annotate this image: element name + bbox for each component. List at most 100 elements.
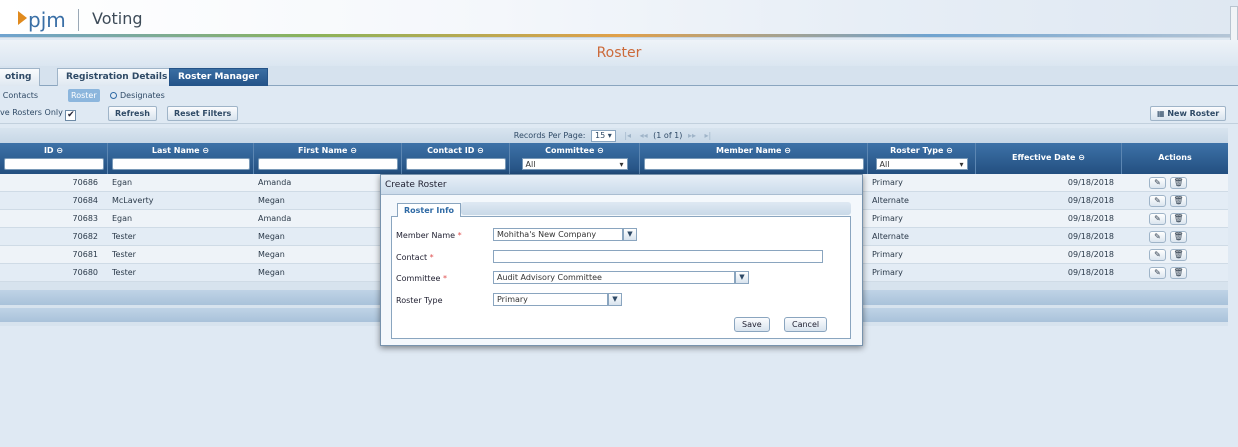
cell-last-name: Egan — [112, 178, 133, 187]
last-name-filter-input[interactable] — [111, 158, 250, 170]
main-tabs: oting Registration Details Roster Manage… — [0, 66, 1238, 86]
cell-id: 70683 — [72, 214, 98, 223]
delete-icon[interactable]: 🗑 — [1170, 177, 1187, 189]
delete-icon[interactable]: 🗑 — [1170, 249, 1187, 261]
col-contact-id-label: Contact ID — [427, 146, 475, 155]
col-actions: Actions — [1158, 153, 1192, 162]
subtab-designates[interactable]: Designates — [110, 89, 165, 102]
chevron-down-icon[interactable]: ▼ — [608, 293, 622, 306]
active-rosters-label: ve Rosters Only — [0, 108, 63, 117]
member-name-select[interactable]: Mohitha's New Company ▼ — [493, 228, 637, 241]
cell-effective-date: 09/18/2018 — [1067, 232, 1114, 241]
col-member-name[interactable]: Member Name ⊖ — [640, 143, 868, 174]
col-committee-label: Committee — [545, 146, 595, 155]
cell-first-name: Megan — [258, 196, 285, 205]
col-member-name-label: Member Name — [716, 146, 782, 155]
roster-type-filter-select[interactable]: All — [875, 158, 968, 170]
roster-type-select[interactable]: Primary ▼ — [493, 293, 622, 306]
committee-label-text: Committee — [396, 274, 441, 283]
tab-registration-details[interactable]: Registration Details — [57, 68, 177, 86]
cell-first-name: Megan — [258, 250, 285, 259]
active-rosters-filter[interactable]: ve Rosters Only ✔ — [0, 108, 77, 121]
committee-filter-select[interactable]: All — [521, 158, 628, 170]
logo-arrow-icon — [18, 11, 27, 25]
prev-page-icon[interactable]: ◂◂ — [640, 131, 648, 140]
create-roster-dialog: Create Roster Roster Info Member Name * … — [380, 174, 863, 346]
col-contact-id[interactable]: Contact ID ⊖ — [402, 143, 510, 174]
subtab-roster[interactable]: Roster — [68, 89, 100, 102]
cell-id: 70682 — [72, 232, 98, 241]
subtab-contacts[interactable]: l Contacts — [0, 89, 38, 102]
logo-text: pjm — [28, 8, 66, 32]
col-last-name[interactable]: Last Name ⊖ — [108, 143, 254, 174]
pjm-logo: pjm — [18, 8, 66, 32]
first-page-icon[interactable]: |◂ — [624, 131, 631, 140]
edit-icon[interactable]: ✎ — [1149, 249, 1166, 261]
col-effective-date[interactable]: Effective Date ⊖ — [976, 143, 1122, 174]
edit-icon[interactable]: ✎ — [1149, 195, 1166, 207]
committee-value: Audit Advisory Committee — [497, 273, 602, 282]
contact-input[interactable] — [493, 250, 823, 263]
cell-last-name: Tester — [112, 232, 136, 241]
cell-roster-type: Primary — [872, 178, 903, 187]
edit-icon[interactable]: ✎ — [1149, 213, 1166, 225]
last-page-icon[interactable]: ▸| — [705, 131, 712, 140]
contact-label-text: Contact — [396, 253, 428, 262]
chevron-down-icon[interactable]: ▼ — [623, 228, 637, 241]
col-first-name-label: First Name — [298, 146, 348, 155]
edit-icon[interactable]: ✎ — [1149, 231, 1166, 243]
save-button[interactable]: Save — [734, 317, 770, 332]
col-roster-type-label: Roster Type — [890, 146, 944, 155]
tab-roster-manager[interactable]: Roster Manager — [169, 68, 268, 86]
tab-roster-info[interactable]: Roster Info — [397, 203, 462, 218]
col-first-name[interactable]: First Name ⊖ — [254, 143, 402, 174]
new-roster-button[interactable]: ▦ New Roster — [1150, 106, 1227, 121]
pager-label: Records Per Page: — [513, 131, 586, 140]
cell-last-name: McLaverty — [112, 196, 154, 205]
required-marker: * — [442, 274, 447, 283]
dialog-title: Create Roster — [381, 175, 862, 195]
new-roster-icon: ▦ — [1157, 109, 1168, 118]
roster-info-form: Member Name * Mohitha's New Company ▼ Con… — [391, 217, 851, 339]
contact-id-filter-input[interactable] — [405, 158, 506, 170]
refresh-button[interactable]: Refresh — [108, 106, 157, 121]
cell-roster-type: Alternate — [872, 196, 909, 205]
col-committee[interactable]: Committee ⊖ All — [510, 143, 640, 174]
header-divider — [78, 9, 79, 31]
contact-label: Contact * — [396, 253, 434, 262]
cell-effective-date: 09/18/2018 — [1067, 214, 1114, 223]
app-name: Voting — [92, 9, 143, 28]
chevron-down-icon[interactable]: ▼ — [735, 271, 749, 284]
active-rosters-checkbox[interactable]: ✔ — [65, 110, 77, 121]
page-info: (1 of 1) — [653, 131, 683, 140]
next-page-icon[interactable]: ▸▸ — [688, 131, 696, 140]
committee-select[interactable]: Audit Advisory Committee ▼ — [493, 271, 749, 284]
cell-first-name: Amanda — [258, 214, 292, 223]
cell-id: 70684 — [72, 196, 98, 205]
member-name-filter-input[interactable] — [643, 158, 864, 170]
id-filter-input[interactable] — [3, 158, 104, 170]
tab-voting[interactable]: oting — [0, 68, 41, 86]
records-per-page-select[interactable]: 15 ▾ — [591, 130, 616, 142]
member-name-label: Member Name * — [396, 231, 462, 240]
col-id[interactable]: ID ⊖ — [0, 143, 108, 174]
required-marker: * — [457, 231, 462, 240]
grid-header: ID ⊖ Last Name ⊖ First Name ⊖ Contact ID… — [0, 143, 1228, 174]
cell-last-name: Tester — [112, 268, 136, 277]
reset-filters-button[interactable]: Reset Filters — [167, 106, 239, 121]
cell-id: 70680 — [72, 268, 98, 277]
delete-icon[interactable]: 🗑 — [1170, 213, 1187, 225]
edit-icon[interactable]: ✎ — [1149, 267, 1166, 279]
delete-icon[interactable]: 🗑 — [1170, 231, 1187, 243]
cancel-button[interactable]: Cancel — [784, 317, 828, 332]
first-name-filter-input[interactable] — [257, 158, 398, 170]
delete-icon[interactable]: 🗑 — [1170, 267, 1187, 279]
cell-effective-date: 09/18/2018 — [1067, 196, 1114, 205]
edit-icon[interactable]: ✎ — [1149, 177, 1166, 189]
member-name-value: Mohitha's New Company — [497, 230, 597, 239]
col-roster-type[interactable]: Roster Type ⊖ All — [868, 143, 976, 174]
delete-icon[interactable]: 🗑 — [1170, 195, 1187, 207]
cell-effective-date: 09/18/2018 — [1067, 178, 1114, 187]
cell-roster-type: Primary — [872, 268, 903, 277]
col-last-name-label: Last Name — [151, 146, 200, 155]
